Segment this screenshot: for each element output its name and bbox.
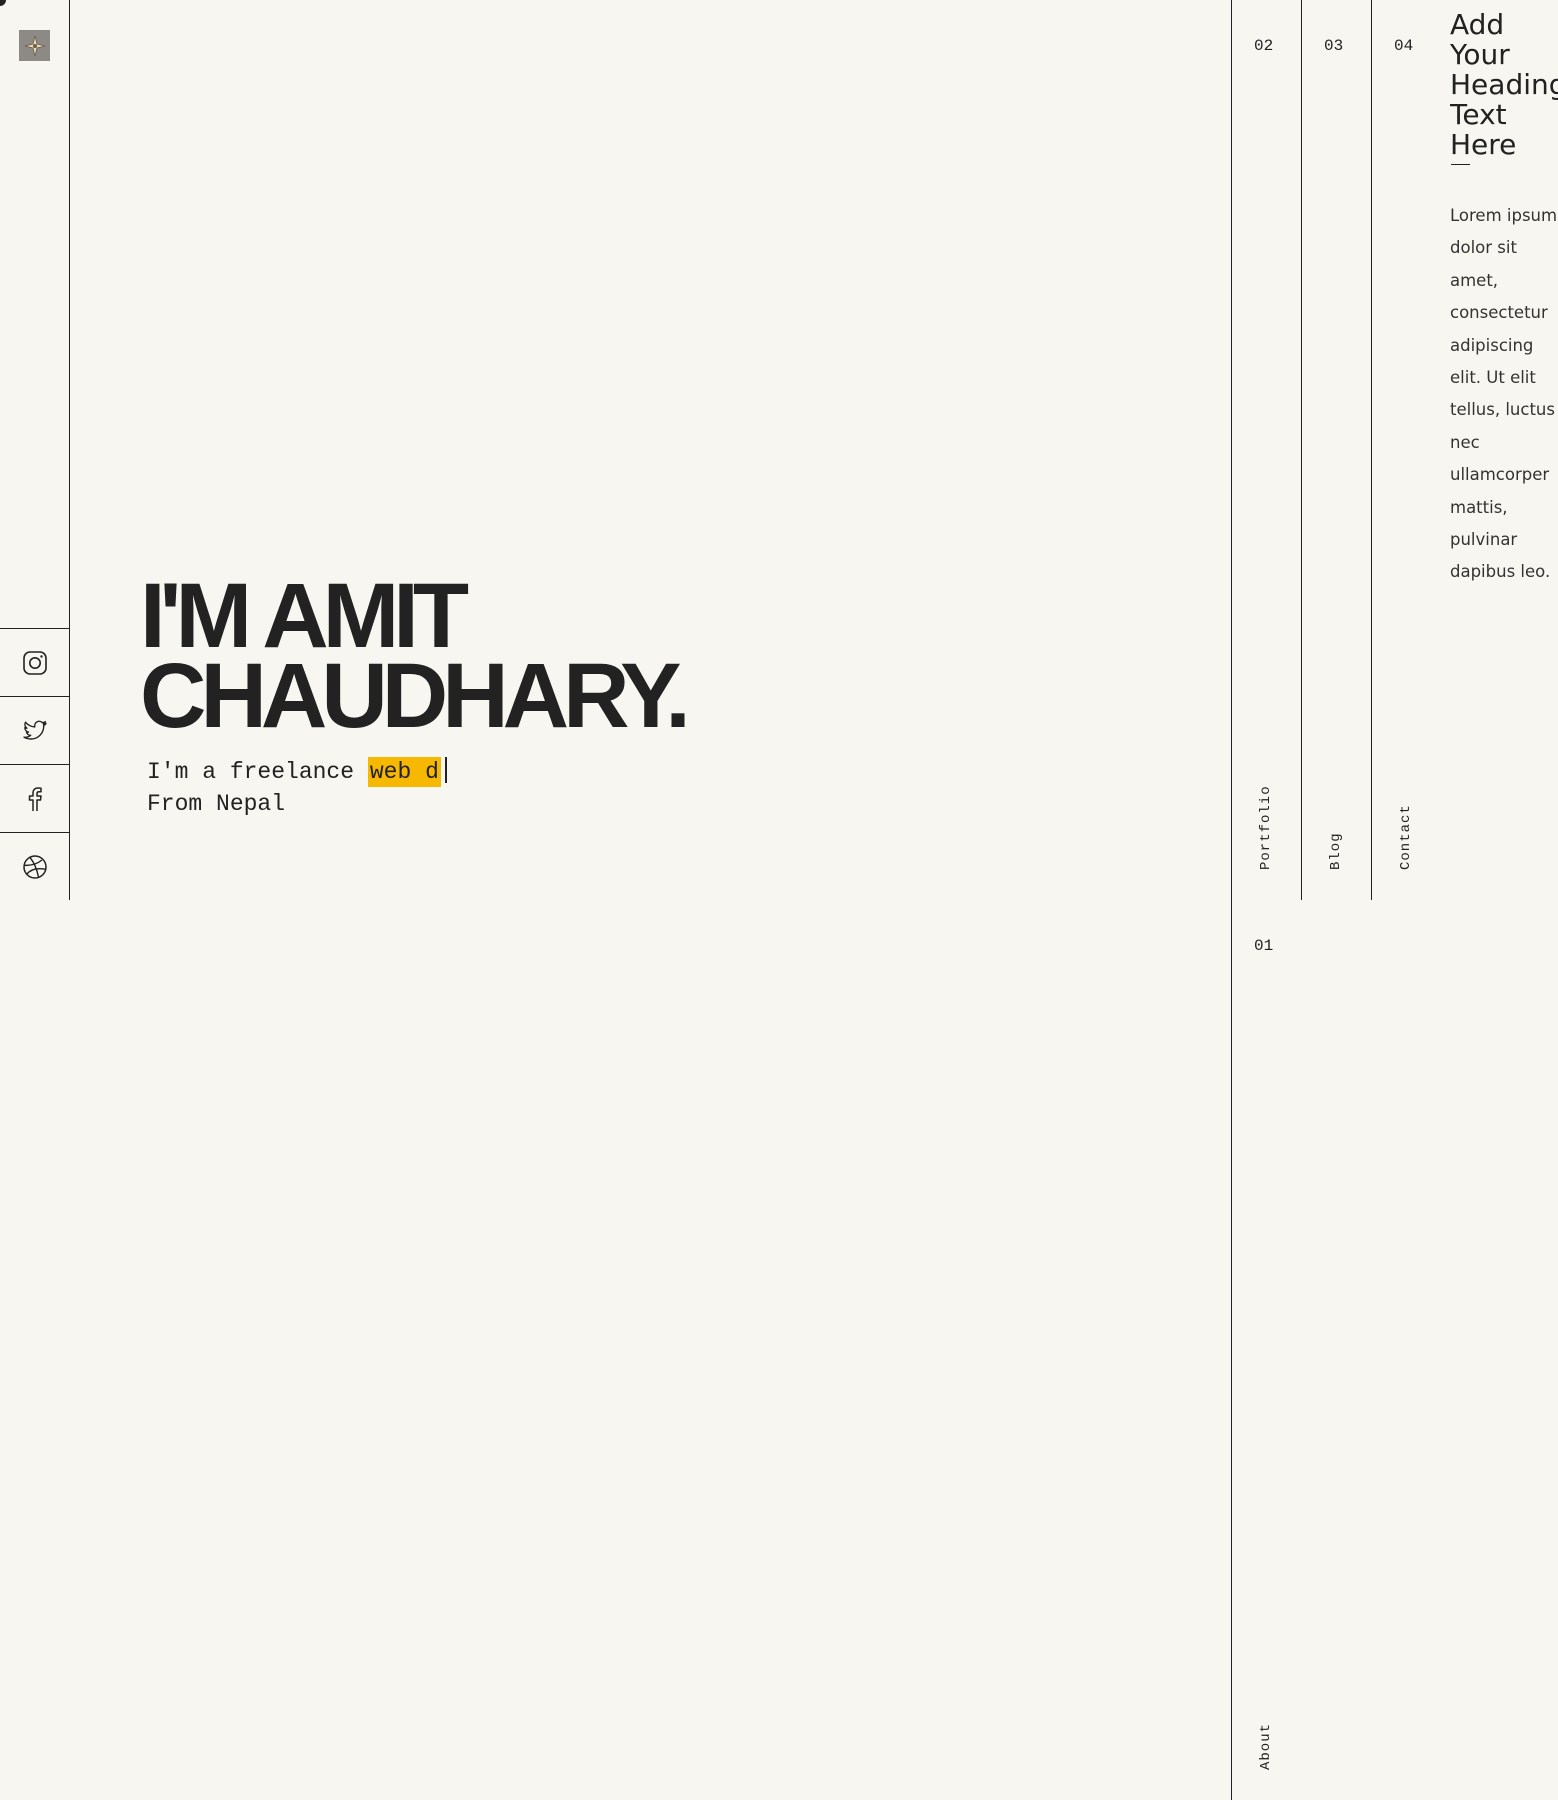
hero-name-line2: CHAUDHARY. xyxy=(140,645,691,747)
side-heading: Add Your Heading Text Here xyxy=(1450,10,1558,160)
nav-contact-label[interactable]: Contact xyxy=(1398,804,1414,870)
side-body-text: Lorem ipsum dolor sit amet, consectetur … xyxy=(1450,206,1558,582)
nav-divider-1 xyxy=(1231,0,1232,1800)
dribbble-link[interactable] xyxy=(0,832,70,900)
instagram-icon xyxy=(23,650,47,675)
nav-contact-number[interactable]: 04 xyxy=(1394,37,1413,55)
facebook-icon xyxy=(28,786,42,811)
nav-about-number[interactable]: 01 xyxy=(1254,937,1273,955)
typing-caret xyxy=(444,757,447,783)
facebook-link[interactable] xyxy=(0,764,70,832)
hero-tagline: I'm a freelance web d From Nepal xyxy=(147,756,447,820)
nav-portfolio-number[interactable]: 02 xyxy=(1254,37,1273,55)
dribbble-icon xyxy=(23,854,47,879)
nav-about-label[interactable]: About xyxy=(1258,1723,1274,1770)
site-logo[interactable] xyxy=(19,30,50,61)
nav-blog-number[interactable]: 03 xyxy=(1324,37,1343,55)
typing-highlight: web d xyxy=(367,757,441,787)
heading-underline xyxy=(1451,164,1470,165)
hero-name-line1: I'M AMIT xyxy=(140,565,469,667)
nav-portfolio-label[interactable]: Portfolio xyxy=(1258,785,1274,870)
tagline-prefix: I'm a freelance xyxy=(147,759,355,785)
twitter-link[interactable] xyxy=(0,696,70,764)
nav-blog-label[interactable]: Blog xyxy=(1328,832,1344,870)
tagline-line1: I'm a freelance web d xyxy=(147,756,447,788)
twitter-icon xyxy=(23,720,47,740)
nav-divider-3 xyxy=(1371,0,1372,900)
compass-logo-icon xyxy=(24,35,45,56)
hero-name: I'M AMIT CHAUDHARY. xyxy=(140,565,691,747)
instagram-link[interactable] xyxy=(0,628,70,696)
tagline-line2: From Nepal xyxy=(147,791,286,817)
nav-divider-2 xyxy=(1301,0,1302,900)
